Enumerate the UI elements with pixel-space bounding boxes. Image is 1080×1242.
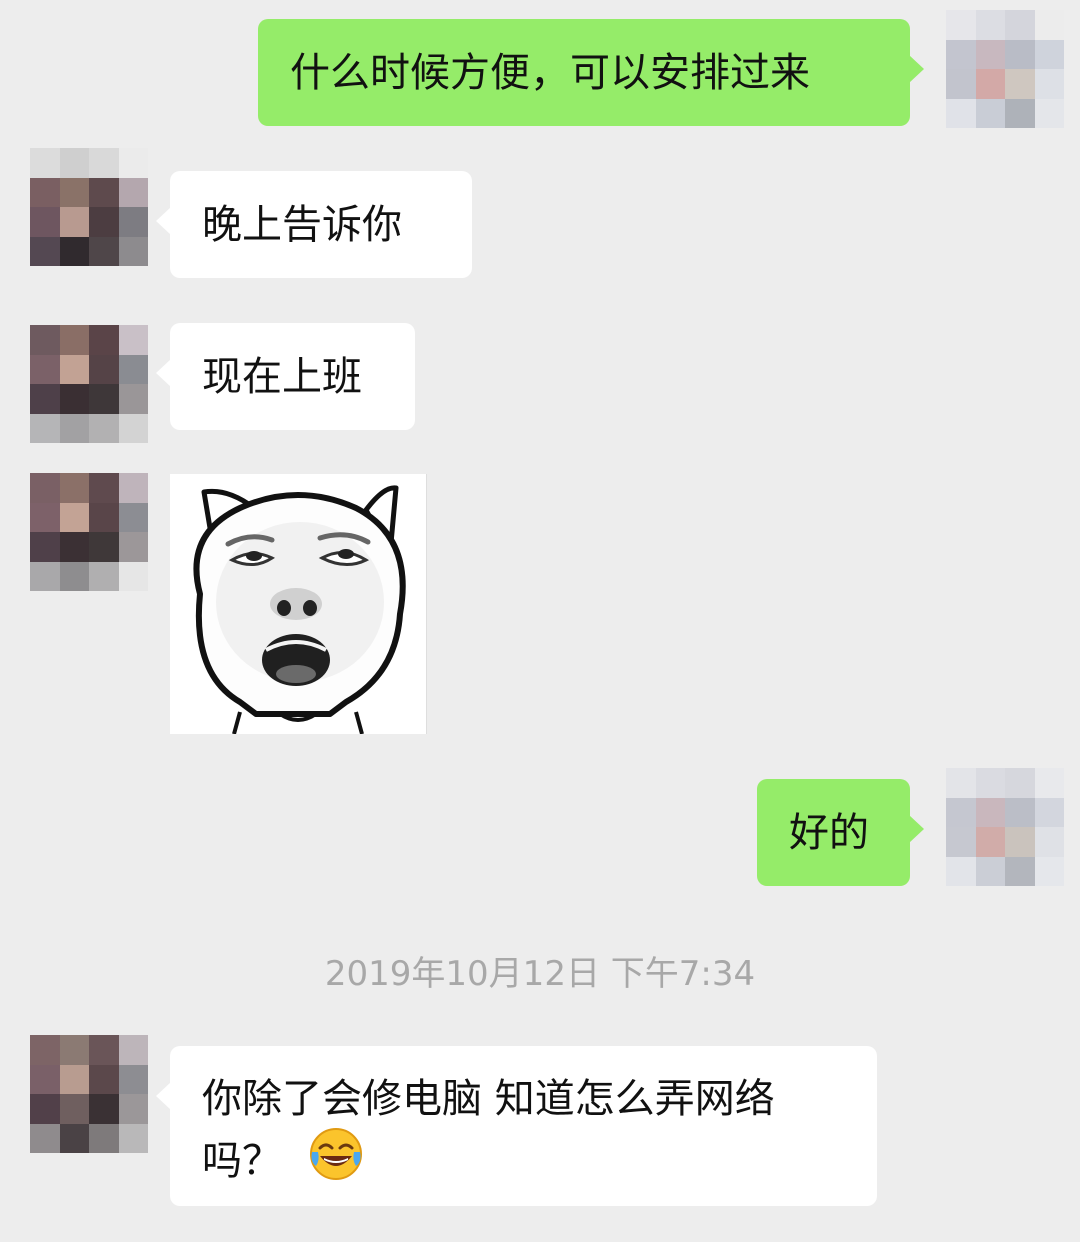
- sticker-message[interactable]: [170, 474, 427, 735]
- message-text: 晚上告诉你: [202, 202, 402, 248]
- sent-message-bubble[interactable]: 好的: [757, 779, 924, 886]
- received-message-bubble[interactable]: 现在上班: [156, 323, 415, 430]
- received-message-bubble[interactable]: 你除了会修电脑 知道怎么弄网络 吗？: [156, 1046, 877, 1206]
- contact-avatar[interactable]: [30, 325, 148, 443]
- message-text: 好的: [789, 810, 869, 856]
- contact-avatar[interactable]: [30, 473, 148, 591]
- laughing-pig-face-sticker-icon: [193, 485, 406, 735]
- message-text: 什么时候方便，可以安排过来: [290, 50, 810, 96]
- face-with-tears-of-joy-icon: [308, 1126, 364, 1182]
- message-text: 现在上班: [202, 354, 362, 400]
- message-text: 吗？: [202, 1138, 282, 1184]
- received-message-bubble[interactable]: 晚上告诉你: [156, 171, 472, 278]
- message-text-line-2: 吗？: [202, 1126, 845, 1188]
- chat-timestamp: 2019年10月12日 下午7:34: [324, 954, 756, 994]
- sent-message-bubble[interactable]: 什么时候方便，可以安排过来: [258, 19, 924, 126]
- contact-avatar[interactable]: [30, 1035, 148, 1153]
- message-text-line: 你除了会修电脑 知道怎么弄网络: [202, 1076, 775, 1122]
- self-avatar[interactable]: [946, 768, 1064, 886]
- contact-avatar[interactable]: [30, 148, 148, 266]
- self-avatar[interactable]: [946, 10, 1064, 128]
